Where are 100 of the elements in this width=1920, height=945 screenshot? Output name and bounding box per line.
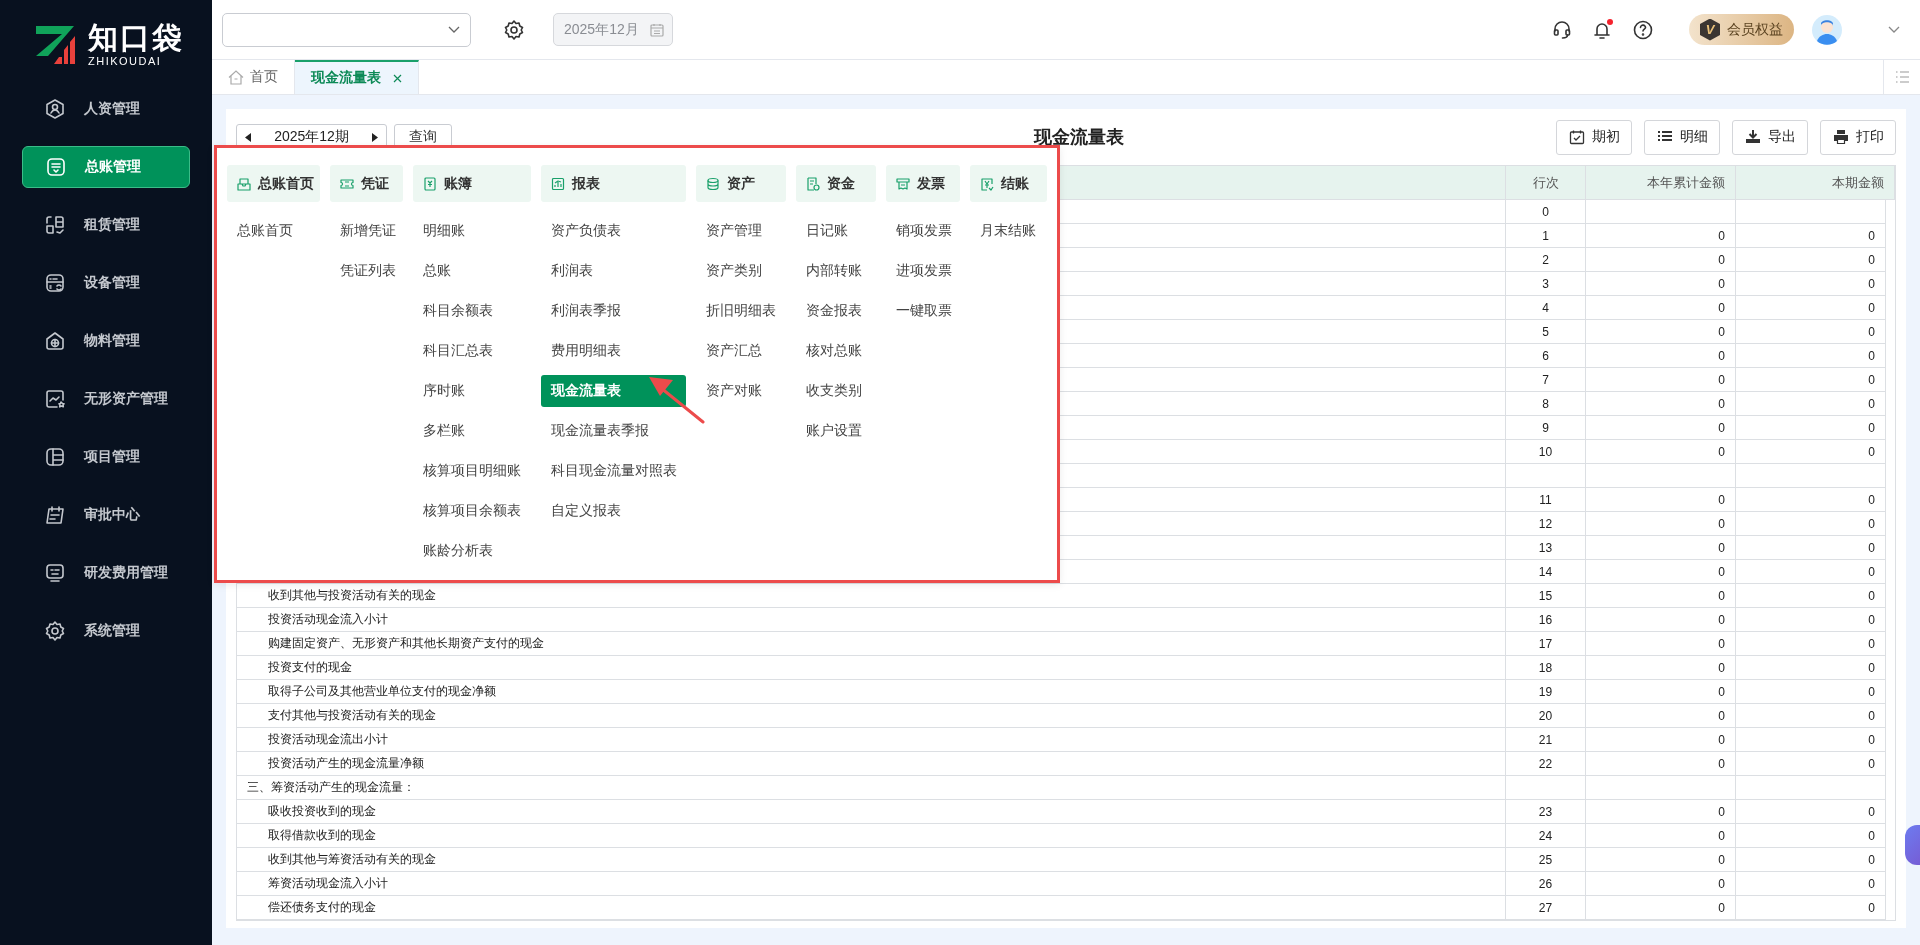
menu-item[interactable]: 资产类别 (696, 255, 786, 287)
table-cell: 收到其他与筹资活动有关的现金 (237, 848, 1506, 872)
menu-item[interactable]: 核算项目余额表 (413, 495, 531, 527)
menu-item[interactable]: 进项发票 (886, 255, 960, 287)
table-cell: 0 (1736, 728, 1886, 752)
menu-item[interactable]: 总账首页 (227, 215, 320, 247)
table-cell: 4 (1506, 296, 1586, 320)
table-cell: 0 (1586, 560, 1736, 584)
help-icon[interactable] (1633, 19, 1653, 40)
menu-item[interactable]: 科目现金流量对照表 (541, 455, 686, 487)
menu-item[interactable]: 明细账 (413, 215, 531, 247)
menu-item[interactable]: 凭证列表 (330, 255, 403, 287)
table-cell: 27 (1506, 896, 1586, 920)
menu-item[interactable]: 科目汇总表 (413, 335, 531, 367)
menu-item[interactable]: 折旧明细表 (696, 295, 786, 327)
toolbar-button[interactable]: 打印 (1820, 119, 1896, 155)
menu-item[interactable]: 资产对账 (696, 375, 786, 407)
table-cell: 0 (1736, 824, 1886, 848)
table-cell: 13 (1506, 536, 1586, 560)
book-icon (423, 176, 437, 191)
table-cell: 0 (1586, 512, 1736, 536)
avatar[interactable] (1812, 14, 1842, 45)
sidebar-item[interactable]: 总账管理 (22, 146, 190, 188)
toolbar-button[interactable]: 期初 (1556, 119, 1632, 155)
menu-item[interactable]: 费用明细表 (541, 335, 686, 367)
menu-item[interactable]: 现金流量表 (541, 375, 686, 407)
member-badge: V (1700, 18, 1720, 41)
sidebar-item[interactable]: 物料管理 (22, 320, 190, 362)
table-cell: 1 (1506, 224, 1586, 248)
menu-item[interactable]: 自定义报表 (541, 495, 686, 527)
pointer-arrow (647, 374, 707, 424)
sidebar-item[interactable]: 项目管理 (22, 436, 190, 478)
report-title: 现金流量表 (1034, 127, 1124, 147)
table-cell: 0 (1586, 656, 1736, 680)
table-cell: 吸收投资收到的现金 (237, 800, 1506, 824)
printer-icon (1832, 129, 1849, 145)
table-cell: 0 (1586, 728, 1736, 752)
table-cell: 0 (1736, 800, 1886, 824)
column-header: 本年累计金额 (1586, 166, 1736, 200)
table-cell: 10 (1506, 440, 1586, 464)
menu-item[interactable]: 资产管理 (696, 215, 786, 247)
chart-icon (551, 176, 565, 191)
chevron-down-icon[interactable] (1888, 25, 1900, 34)
member-benefits-button[interactable]: V 会员权益 (1689, 14, 1794, 45)
settings-icon[interactable] (503, 18, 525, 41)
table-cell: 0 (1736, 488, 1886, 512)
toolbar-button[interactable]: 导出 (1732, 119, 1808, 155)
layout-icon (44, 214, 66, 236)
menu-item[interactable]: 一键取票 (886, 295, 960, 327)
table-cell: 0 (1736, 896, 1886, 920)
monitor-icon (44, 562, 66, 584)
menu-item[interactable]: 总账 (413, 255, 531, 287)
headset-icon[interactable] (1553, 19, 1571, 40)
menu-item[interactable]: 现金流量表季报 (541, 415, 686, 447)
server-icon (44, 272, 66, 294)
menu-item[interactable]: 资产汇总 (696, 335, 786, 367)
table-cell: 19 (1506, 680, 1586, 704)
sidebar-item[interactable]: 设备管理 (22, 262, 190, 304)
table-cell: 0 (1586, 872, 1736, 896)
caret-right-icon[interactable] (372, 132, 378, 142)
tab[interactable]: 现金流量表 (295, 60, 419, 94)
table-cell: 0 (1506, 200, 1586, 224)
table-cell: 筹资活动现金流入小计 (237, 872, 1506, 896)
menu-item[interactable]: 收支类别 (796, 375, 876, 407)
menu-item[interactable]: 科目余额表 (413, 295, 531, 327)
menu-item[interactable]: 新增凭证 (330, 215, 403, 247)
menu-item[interactable]: 销项发票 (886, 215, 960, 247)
menu-item[interactable]: 多栏账 (413, 415, 531, 447)
inbox-icon (237, 176, 251, 191)
table-cell: 0 (1736, 272, 1886, 296)
close-icon[interactable] (393, 73, 402, 83)
menu-item[interactable]: 核算项目明细账 (413, 455, 531, 487)
sidebar-item[interactable]: 研发费用管理 (22, 552, 190, 594)
table-cell: 0 (1586, 536, 1736, 560)
columns-icon (44, 446, 66, 468)
table-cell: 0 (1736, 296, 1886, 320)
sidebar-item[interactable]: 审批中心 (22, 494, 190, 536)
menu-item[interactable]: 月末结账 (970, 215, 1047, 247)
menu-item[interactable]: 核对总账 (796, 335, 876, 367)
menu-item[interactable]: 内部转账 (796, 255, 876, 287)
table-cell: 投资活动产生的现金流量净额 (237, 752, 1506, 776)
menu-item[interactable]: 资产负债表 (541, 215, 686, 247)
menu-item[interactable]: 日记账 (796, 215, 876, 247)
sidebar-item[interactable]: 无形资产管理 (22, 378, 190, 420)
toolbar-button[interactable]: 明细 (1644, 119, 1720, 155)
menu-item[interactable]: 序时账 (413, 375, 531, 407)
menu-item[interactable]: 资金报表 (796, 295, 876, 327)
sidebar-item[interactable]: 系统管理 (22, 610, 190, 652)
chevron-down-icon (448, 25, 460, 34)
table-cell: 投资支付的现金 (237, 656, 1506, 680)
sidebar-item[interactable]: 人资管理 (22, 88, 190, 130)
table-cell: 0 (1586, 488, 1736, 512)
table-cell: 收到其他与投资活动有关的现金 (237, 584, 1506, 608)
menu-item[interactable]: 利润表季报 (541, 295, 686, 327)
menu-item[interactable]: 账龄分析表 (413, 535, 531, 567)
sidebar-item[interactable]: 租赁管理 (22, 204, 190, 246)
caret-left-icon[interactable] (245, 132, 251, 142)
menu-item[interactable]: 利润表 (541, 255, 686, 287)
menu-item[interactable]: 账户设置 (796, 415, 876, 447)
chart-icon (44, 388, 66, 410)
